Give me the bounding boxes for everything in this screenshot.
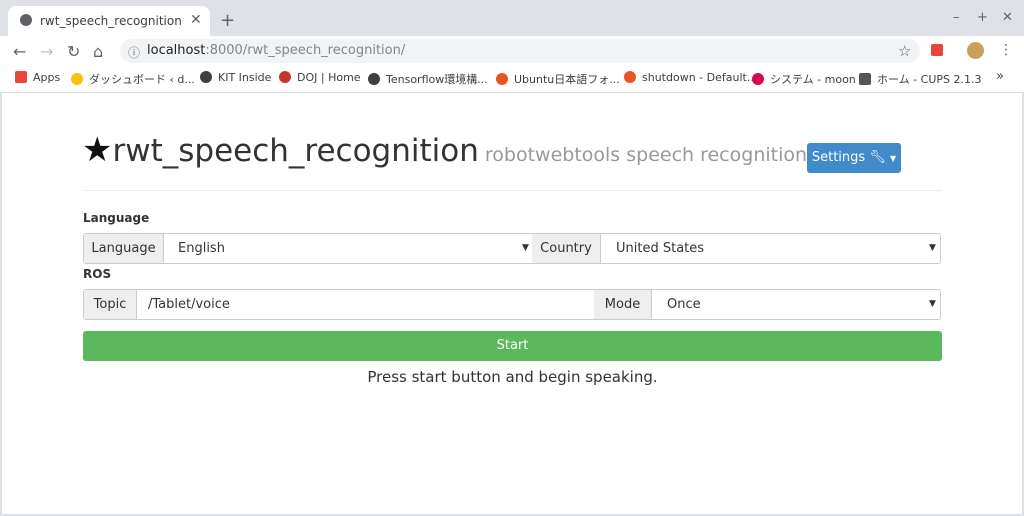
mode-addon: Mode <box>594 290 652 319</box>
bookmark-ubuntu[interactable]: Ubuntu日本語フォ... <box>496 71 620 87</box>
bookmark-doj[interactable]: DOJ | Home <box>279 71 361 84</box>
forward-arrow-icon[interactable]: → <box>40 42 53 61</box>
ros-section-heading: ROS <box>83 267 112 281</box>
bookmark-star-icon[interactable]: ☆ <box>898 42 911 60</box>
star-icon: ★ <box>82 130 113 170</box>
topic-input[interactable]: /Tablet/voice <box>148 290 578 319</box>
wordpress-icon <box>71 73 83 85</box>
bookmark-label: shutdown - Default... <box>642 71 758 84</box>
globe-icon <box>200 71 212 83</box>
bookmark-label: システム - moon <box>770 73 856 86</box>
info-icon <box>368 73 380 85</box>
extension-icon[interactable] <box>931 44 943 56</box>
debian-icon <box>752 73 764 85</box>
bookmark-apps[interactable]: Apps <box>15 71 60 84</box>
page-subtitle: robotwebtools speech recognition <box>484 144 808 166</box>
language-input-group: Language English ▼ <box>83 233 534 264</box>
bookmark-label: KIT Inside <box>218 71 272 84</box>
topic-input-group: Topic /Tablet/voice <box>83 289 596 320</box>
page-title-text: rwt_speech_recognition <box>112 133 479 169</box>
bookmark-kit-inside[interactable]: KIT Inside <box>200 71 271 84</box>
bookmark-label: ダッシュボード ‹ d... <box>89 73 195 86</box>
wrench-icon: 🔧︎ <box>869 150 886 165</box>
doj-icon <box>279 71 291 83</box>
settings-button[interactable]: Settings 🔧︎ ▼ <box>807 143 901 173</box>
bookmark-label: Tensorflow環境構... <box>386 73 488 86</box>
url-text[interactable]: localhost:8000/rwt_speech_recognition/ <box>147 43 405 58</box>
cups-icon <box>859 73 871 85</box>
tab-title: rwt_speech_recognition <box>40 14 182 28</box>
language-select[interactable]: English <box>178 234 508 263</box>
menu-kebab-icon[interactable]: ⋮ <box>999 42 1013 58</box>
minimize-button[interactable]: – <box>953 10 960 25</box>
url-host: localhost <box>147 43 206 58</box>
bookmark-cups[interactable]: ホーム - CUPS 2.1.3 <box>859 71 981 87</box>
apps-grid-icon <box>15 71 27 83</box>
maximize-button[interactable]: + <box>977 10 988 25</box>
bookmark-dashboard[interactable]: ダッシュボード ‹ d... <box>71 71 195 87</box>
language-section-heading: Language <box>83 211 150 225</box>
settings-label: Settings <box>811 150 866 165</box>
site-info-icon[interactable]: ⓘ <box>128 44 140 61</box>
bookmarks-overflow-button[interactable]: » <box>996 69 1004 84</box>
language-dropdown-caret-icon[interactable]: ▼ <box>522 243 529 253</box>
ubuntu-icon <box>496 73 508 85</box>
close-tab-icon[interactable]: ✕ <box>190 12 202 28</box>
status-text: Press start button and begin speaking. <box>367 368 658 386</box>
bookmark-label: ホーム - CUPS 2.1.3 <box>877 73 982 86</box>
language-addon: Language <box>84 234 164 263</box>
askubuntu-icon <box>624 71 636 83</box>
bookmark-label: Apps <box>33 71 61 84</box>
country-dropdown-caret-icon[interactable]: ▼ <box>929 243 936 253</box>
profile-avatar-icon[interactable] <box>967 42 984 59</box>
mode-input-group: Mode Once ▼ <box>594 289 941 320</box>
caret-down-icon: ▼ <box>889 154 897 163</box>
country-select[interactable]: United States <box>616 234 916 263</box>
close-window-button[interactable]: ✕ <box>1002 10 1013 25</box>
divider <box>83 190 942 191</box>
mode-select[interactable]: Once <box>667 290 907 319</box>
page-title: ★rwt_speech_recognition robotwebtools spe… <box>82 130 807 170</box>
bookmark-shutdown[interactable]: shutdown - Default... <box>624 71 757 84</box>
bookmark-tensorflow[interactable]: Tensorflow環境構... <box>368 71 488 87</box>
reload-icon[interactable]: ↻ <box>67 42 80 61</box>
bookmark-label: Ubuntu日本語フォ... <box>514 73 620 86</box>
back-arrow-icon[interactable]: ← <box>13 42 26 61</box>
globe-icon <box>20 14 32 26</box>
new-tab-button[interactable]: + <box>220 10 235 31</box>
country-addon: Country <box>532 234 601 263</box>
country-input-group: Country United States ▼ <box>532 233 941 264</box>
bookmark-label: DOJ | Home <box>297 71 361 84</box>
start-button[interactable]: Start <box>83 331 942 361</box>
url-path: :8000/rwt_speech_recognition/ <box>205 43 406 58</box>
home-icon[interactable]: ⌂ <box>93 42 103 61</box>
mode-dropdown-caret-icon[interactable]: ▼ <box>929 299 936 309</box>
topic-addon: Topic <box>84 290 137 319</box>
bookmark-system-moon[interactable]: システム - moon <box>752 71 856 87</box>
